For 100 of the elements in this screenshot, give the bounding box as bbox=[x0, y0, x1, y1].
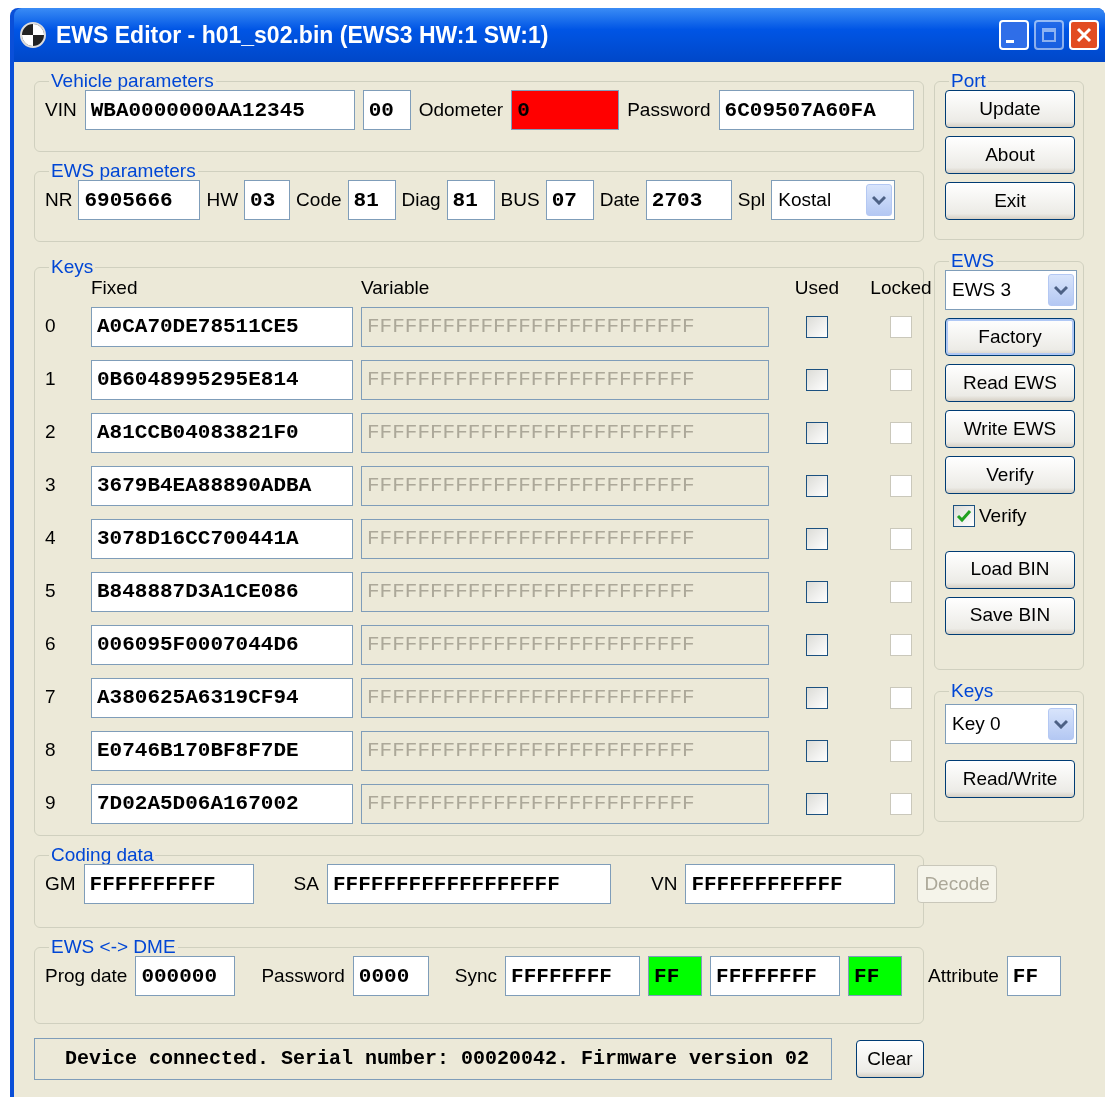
button[interactable]: Clear bbox=[856, 1040, 924, 1078]
input-field[interactable]: FF bbox=[1006, 956, 1061, 996]
input-field[interactable]: 00 bbox=[362, 90, 411, 130]
button[interactable]: Exit bbox=[945, 182, 1075, 220]
checkbox[interactable] bbox=[806, 739, 828, 762]
input-field[interactable]: 006095F0007044D6 bbox=[91, 624, 353, 665]
checkbox[interactable] bbox=[806, 580, 828, 603]
column-header: Locked bbox=[870, 276, 932, 300]
input-field[interactable]: FFFFFFFF bbox=[710, 956, 841, 996]
row-index: 6 bbox=[45, 632, 57, 657]
row-index: 0 bbox=[45, 314, 57, 339]
input-field[interactable]: 000000 bbox=[135, 956, 236, 996]
column-header: Used bbox=[794, 276, 840, 300]
input-field[interactable]: FFFFFFFFFF bbox=[83, 864, 254, 904]
field-label: BUS bbox=[500, 187, 540, 212]
field-label: GM bbox=[45, 871, 76, 896]
button[interactable]: Update bbox=[945, 90, 1075, 128]
checkbox[interactable] bbox=[806, 421, 828, 444]
dropdown-button[interactable] bbox=[866, 184, 893, 216]
field-label: Password bbox=[627, 97, 711, 122]
column-header: Fixed bbox=[91, 277, 139, 300]
column-header: Variable bbox=[361, 276, 431, 300]
field-label: HW bbox=[206, 187, 239, 212]
checkbox[interactable] bbox=[806, 527, 828, 550]
field-label: Odometer bbox=[418, 97, 504, 122]
button[interactable]: Verify bbox=[945, 456, 1075, 494]
row-index: 3 bbox=[45, 473, 57, 498]
button[interactable]: Factory bbox=[945, 318, 1075, 356]
checkbox[interactable] bbox=[953, 505, 975, 528]
button[interactable]: Load BIN bbox=[945, 550, 1075, 589]
group-title: Coding data bbox=[50, 844, 155, 866]
checkbox[interactable] bbox=[806, 633, 828, 656]
field-label: Attribute bbox=[928, 963, 999, 988]
group-title: Keys bbox=[950, 680, 995, 702]
maximize-icon bbox=[1041, 27, 1057, 43]
input-field[interactable]: 03 bbox=[244, 180, 291, 220]
input-field[interactable]: A81CCB04083821F0 bbox=[91, 412, 353, 453]
checkbox[interactable] bbox=[806, 368, 828, 391]
button[interactable]: Read EWS bbox=[945, 364, 1075, 402]
input-field[interactable]: FF bbox=[848, 956, 903, 996]
close-button[interactable] bbox=[1069, 20, 1099, 50]
dropdown-button[interactable] bbox=[1048, 708, 1074, 740]
input-field[interactable]: 3078D16CC700441A bbox=[91, 518, 353, 559]
input-field[interactable]: FFFFFFFFFFFF bbox=[685, 864, 896, 904]
input-field[interactable]: B848887D3A1CE086 bbox=[91, 571, 353, 612]
group-title: Keys bbox=[50, 256, 95, 278]
input-field[interactable]: E0746B170BF8F7DE bbox=[91, 730, 353, 771]
input-field[interactable]: FFFFFFFFFFFFFFFFFF bbox=[326, 864, 611, 904]
input-field[interactable]: FFFFFFFF bbox=[505, 956, 641, 996]
group-title: EWS bbox=[950, 250, 996, 272]
input-field[interactable]: 81 bbox=[347, 180, 396, 220]
row-index: 8 bbox=[45, 738, 57, 763]
row-index: 5 bbox=[45, 579, 57, 604]
field-label: SA bbox=[293, 871, 319, 896]
maximize-button[interactable] bbox=[1034, 20, 1064, 50]
group-title: Port bbox=[950, 70, 987, 92]
input-field[interactable]: 6905666 bbox=[78, 180, 201, 220]
window-title: EWS Editor - h01_s02.bin (EWS3 HW:1 SW:1) bbox=[56, 20, 550, 50]
input-field[interactable]: 2703 bbox=[645, 180, 732, 220]
button[interactable]: Write EWS bbox=[945, 410, 1075, 448]
input-field[interactable]: 0B6048995295E814 bbox=[91, 359, 353, 400]
minimize-button[interactable] bbox=[999, 20, 1029, 50]
dropdown[interactable]: Kostal bbox=[771, 180, 896, 220]
input-field[interactable]: A0CA70DE78511CE5 bbox=[91, 306, 353, 347]
chevron-down-icon bbox=[1054, 285, 1068, 295]
button[interactable]: About bbox=[945, 136, 1075, 174]
input-field[interactable]: 3679B4EA88890ADBA bbox=[91, 465, 353, 506]
field-label: Spl bbox=[737, 187, 766, 212]
app-icon bbox=[20, 22, 46, 48]
input-field[interactable]: 0 bbox=[511, 90, 620, 130]
field-label: Password bbox=[261, 963, 345, 988]
input-field[interactable]: 7D02A5D06A167002 bbox=[91, 783, 353, 824]
close-icon bbox=[1076, 27, 1092, 43]
input-field[interactable]: 07 bbox=[545, 180, 594, 220]
dropdown-button[interactable] bbox=[1048, 274, 1074, 306]
button[interactable]: Read/Write bbox=[945, 760, 1075, 798]
checkbox[interactable] bbox=[806, 474, 828, 497]
field-label: Prog date bbox=[45, 963, 128, 988]
field-label: Diag bbox=[401, 187, 441, 212]
chevron-down-icon bbox=[872, 195, 887, 205]
input-field[interactable]: A380625A6319CF94 bbox=[91, 677, 353, 718]
input-field[interactable]: FF bbox=[648, 956, 703, 996]
checkbox[interactable] bbox=[806, 686, 828, 709]
checkbox[interactable] bbox=[806, 315, 828, 338]
field-label: VIN bbox=[45, 97, 77, 122]
input-field[interactable]: 0000 bbox=[352, 956, 429, 996]
field-label: NR bbox=[45, 187, 73, 212]
dropdown[interactable]: EWS 3 bbox=[945, 270, 1077, 310]
field-label: Code bbox=[296, 187, 342, 212]
dropdown[interactable]: Key 0 bbox=[945, 704, 1077, 744]
input-field[interactable]: 81 bbox=[446, 180, 495, 220]
field-label: Sync bbox=[454, 963, 498, 988]
button[interactable]: Save BIN bbox=[945, 596, 1075, 635]
group-title: EWS <-> DME bbox=[50, 936, 177, 958]
input-field[interactable]: WBA0000000AA12345 bbox=[84, 90, 355, 130]
chevron-down-icon bbox=[1054, 719, 1068, 729]
checkbox[interactable] bbox=[806, 792, 828, 815]
check-icon bbox=[956, 509, 972, 524]
input-field[interactable]: 6C09507A60FA bbox=[718, 90, 914, 130]
group-title: Vehicle parameters bbox=[50, 70, 215, 92]
